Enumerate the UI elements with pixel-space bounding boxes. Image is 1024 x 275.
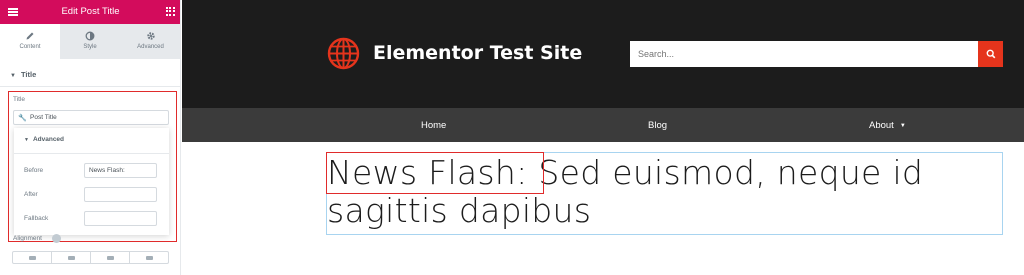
align-center-button[interactable]	[52, 252, 91, 263]
pencil-icon	[0, 31, 60, 41]
search-input[interactable]	[630, 41, 978, 67]
caret-down-icon: ▼	[899, 123, 906, 129]
search-button[interactable]	[978, 41, 1003, 67]
site-preview: Elementor Test Site Home Blog About▼ New…	[182, 0, 1024, 275]
widgets-grid-icon[interactable]	[166, 7, 175, 16]
tab-content[interactable]: Content	[0, 24, 60, 59]
section-title-toggle[interactable]: ▼ Title	[10, 70, 36, 79]
tab-advanced[interactable]: Advanced	[120, 24, 180, 59]
align-right-button[interactable]	[91, 252, 130, 263]
half-circle-icon	[60, 31, 120, 41]
search-icon	[986, 49, 995, 59]
nav-item-about-label: About	[869, 120, 894, 131]
tab-style[interactable]: Style	[60, 24, 120, 59]
site-header: Elementor Test Site	[182, 0, 1024, 108]
tab-advanced-label: Advanced	[137, 44, 164, 50]
gear-icon	[120, 31, 180, 41]
panel-tabs: Content Style Advanced	[0, 24, 180, 59]
nav-item-blog[interactable]: Blog	[648, 120, 667, 131]
alignment-label: Alignment	[13, 235, 42, 242]
highlight-box-prefix	[326, 152, 544, 194]
align-right-icon	[106, 255, 114, 260]
align-justify-icon	[145, 255, 153, 260]
nav-item-about[interactable]: About ▼	[869, 120, 906, 131]
align-center-icon	[67, 255, 75, 260]
tab-content-label: Content	[19, 44, 41, 50]
section-divider	[0, 86, 180, 87]
dynamic-tag-icon[interactable]	[52, 234, 61, 243]
align-left-button[interactable]	[13, 252, 52, 263]
tab-style-label: Style	[83, 44, 97, 50]
section-title-label: Title	[20, 70, 37, 79]
caret-down-icon: ▼	[10, 73, 16, 79]
panel-header: Edit Post Title	[0, 0, 180, 24]
alignment-button-group	[12, 251, 169, 264]
site-title[interactable]: Elementor Test Site	[373, 42, 582, 64]
highlight-box-panel	[8, 91, 177, 242]
site-navigation: Home Blog About ▼	[182, 108, 1024, 142]
align-justify-button[interactable]	[130, 252, 168, 263]
panel-title: Edit Post Title	[61, 6, 120, 17]
align-left-icon	[28, 255, 36, 260]
editor-panel: Edit Post Title Content Style Advanced ▼…	[0, 0, 181, 275]
nav-item-home[interactable]: Home	[421, 120, 446, 131]
globe-logo-icon[interactable]	[327, 37, 360, 70]
